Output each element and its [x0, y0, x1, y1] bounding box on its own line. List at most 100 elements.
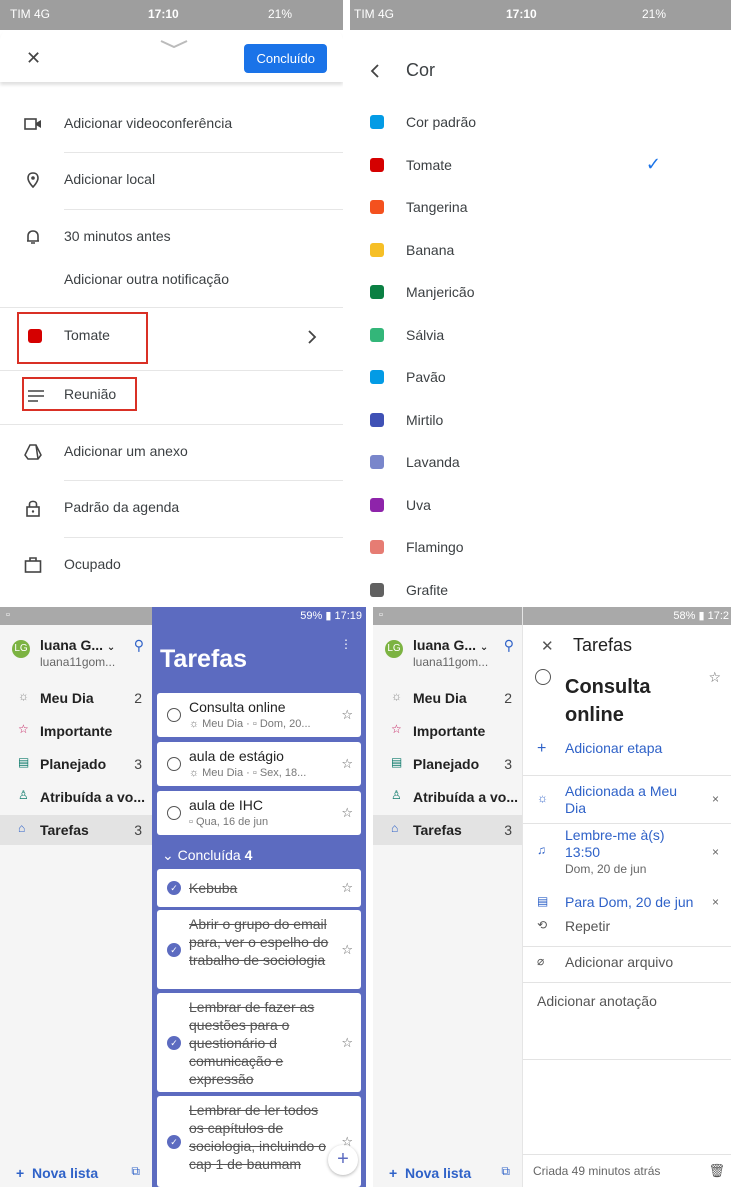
add-file-row[interactable]: ⌀ Adicionar arquivo	[523, 954, 731, 974]
description-row[interactable]: Reunião	[0, 386, 343, 406]
star-icon[interactable]: ☆	[341, 1035, 353, 1051]
trash-icon[interactable]: 🗑	[708, 1163, 725, 1179]
complete-circle[interactable]	[167, 708, 181, 722]
star-icon[interactable]: ☆	[341, 707, 353, 723]
sidebar-item[interactable]: ☼ Meu Dia 2	[0, 683, 152, 713]
avatar[interactable]: LG	[12, 640, 30, 658]
color-option[interactable]: Uva	[350, 485, 731, 527]
add-task-button[interactable]: +	[328, 1145, 358, 1175]
task-title: Kebuba	[189, 880, 238, 896]
event-edit-panel: TIM 4G 17:10 21% ✕ Concluído Adicionar v…	[0, 0, 343, 600]
carrier: TIM 4G	[354, 7, 395, 21]
star-icon[interactable]: ☆	[341, 805, 353, 821]
nav-label: Meu Dia	[413, 690, 467, 706]
more-menu-icon[interactable]: ⋮	[340, 637, 352, 651]
add-video-row[interactable]: Adicionar videoconferência	[0, 115, 343, 135]
star-icon[interactable]: ☆	[708, 669, 721, 686]
color-option[interactable]: Manjericão	[350, 272, 731, 314]
new-group-icon[interactable]: ⧉	[131, 1164, 140, 1179]
remove-icon[interactable]: ×	[712, 895, 719, 909]
search-icon[interactable]: ⚲	[504, 637, 514, 654]
sidebar: LG luana G... ⌄ ⚲ luana11gom... ☼ Meu Dia…	[0, 625, 152, 1187]
sidebar-item[interactable]: ♙ Atribuída a vo...	[0, 782, 152, 812]
visibility-row[interactable]: Padrão da agenda	[0, 499, 343, 519]
complete-circle[interactable]	[167, 806, 181, 820]
sidebar-item[interactable]: ♙ Atribuída a vo...	[373, 782, 522, 812]
due-date-row[interactable]: ▤ Para Dom, 20 de jun ×	[523, 894, 731, 914]
star-icon[interactable]: ☆	[341, 756, 353, 772]
remove-icon[interactable]: ×	[712, 792, 719, 806]
task-card[interactable]: aula de IHC ▫ Qua, 16 de jun ☆	[157, 791, 361, 835]
search-icon[interactable]: ⚲	[134, 637, 144, 654]
task-title: Abrir o grupo do email para, ver o espel…	[189, 916, 329, 968]
repeat-icon: ⟲	[537, 918, 548, 932]
completed-header[interactable]: ⌄ Concluída 4	[162, 847, 252, 864]
color-option[interactable]: Mirtilo	[350, 400, 731, 442]
star-icon[interactable]: ☆	[341, 880, 353, 896]
sidebar-item[interactable]: ⌂ Tarefas 3	[373, 815, 522, 845]
repeat-row[interactable]: ⟲ Repetir	[523, 918, 731, 938]
checked-icon[interactable]: ✓	[167, 943, 181, 957]
star-icon[interactable]: ☆	[341, 942, 353, 958]
task-card[interactable]: Consulta online ☼ Meu Dia · ▫ Dom, 20... ☆	[157, 693, 361, 737]
sidebar-item[interactable]: ⌂ Tarefas 3	[0, 815, 152, 845]
back-icon[interactable]	[370, 63, 380, 79]
close-icon[interactable]: ✕	[26, 48, 41, 69]
avatar[interactable]: LG	[385, 640, 403, 658]
color-option[interactable]: Tangerina	[350, 187, 731, 229]
event-color-row[interactable]: Tomate	[0, 327, 343, 347]
completed-task-card[interactable]: ✓ Abrir o grupo do email para, ver o espe…	[157, 910, 361, 989]
color-name: Mirtilo	[406, 411, 444, 428]
my-day-row[interactable]: ☼ Adicionada a Meu Dia ×	[523, 783, 731, 823]
task-title[interactable]: Consulta online	[565, 673, 685, 729]
nav-icon: ☼	[391, 689, 402, 703]
completed-task-card[interactable]: ✓ Lembrar de ler todos os capítulos de so…	[157, 1096, 361, 1187]
nav-label: Planejado	[40, 756, 107, 772]
checked-icon[interactable]: ✓	[167, 1135, 181, 1149]
color-option[interactable]: Cor padrão	[350, 102, 731, 144]
add-location-row[interactable]: Adicionar local	[0, 171, 343, 191]
color-label: Tomate	[64, 327, 110, 343]
created-label: Criada 49 minutos atrás	[533, 1164, 661, 1178]
color-option[interactable]: Sálvia	[350, 315, 731, 357]
color-option[interactable]: Grafite	[350, 570, 731, 601]
sidebar-item[interactable]: ▤ Planejado 3	[0, 749, 152, 779]
complete-circle[interactable]	[535, 669, 551, 685]
status-bar: 58% ▮ 17:2	[523, 607, 731, 625]
remove-icon[interactable]: ×	[712, 845, 719, 859]
add-attachment-row[interactable]: Adicionar um anexo	[0, 443, 343, 463]
complete-circle[interactable]	[167, 757, 181, 771]
reminder-row[interactable]: ♫ Lembre-me à(s) 13:50 Dom, 20 de jun ×	[523, 827, 731, 889]
color-option[interactable]: Flamingo	[350, 527, 731, 569]
user-email: luana11gom...	[413, 655, 489, 669]
close-icon[interactable]: ✕	[541, 637, 554, 655]
chevron-down-icon[interactable]	[160, 40, 188, 48]
add-note-field[interactable]: Adicionar anotação	[523, 993, 731, 1013]
checked-icon[interactable]: ✓	[167, 881, 181, 895]
user-name[interactable]: luana G... ⌄	[413, 637, 488, 653]
notification-row[interactable]: 30 minutos antes	[0, 228, 343, 248]
checked-icon[interactable]: ✓	[167, 1036, 181, 1050]
color-option[interactable]: Tomate ✓	[350, 145, 731, 187]
color-option[interactable]: Pavão	[350, 357, 731, 399]
sidebar-item[interactable]: ☆ Importante	[373, 716, 522, 746]
sidebar-item[interactable]: ☼ Meu Dia 2	[373, 683, 522, 713]
user-name[interactable]: luana G... ⌄	[40, 637, 115, 653]
color-option[interactable]: Banana	[350, 230, 731, 272]
new-list-button[interactable]: + Nova lista	[389, 1165, 471, 1181]
task-card[interactable]: aula de estágio ☼ Meu Dia · ▫ Sex, 18... ☆	[157, 742, 361, 786]
add-step-row[interactable]: + Adicionar etapa	[523, 740, 731, 760]
add-notification-row[interactable]: Adicionar outra notificação	[0, 271, 343, 291]
nav-icon: ▤	[391, 755, 403, 769]
done-button[interactable]: Concluído	[244, 44, 327, 73]
availability-label: Ocupado	[64, 556, 121, 572]
sidebar-item[interactable]: ▤ Planejado 3	[373, 749, 522, 779]
new-group-icon[interactable]: ⧉	[501, 1164, 510, 1179]
availability-row[interactable]: Ocupado	[0, 556, 343, 576]
color-option[interactable]: Lavanda	[350, 442, 731, 484]
completed-task-card[interactable]: ✓ Kebuba ☆	[157, 869, 361, 907]
completed-task-card[interactable]: ✓ Lembrar de fazer as questões para o que…	[157, 993, 361, 1092]
sidebar-item[interactable]: ☆ Importante	[0, 716, 152, 746]
new-list-button[interactable]: + Nova lista	[16, 1165, 98, 1181]
task-list: 59% ▮ 17:19 ⋮ Tarefas Consulta online ☼ M…	[152, 607, 366, 1187]
